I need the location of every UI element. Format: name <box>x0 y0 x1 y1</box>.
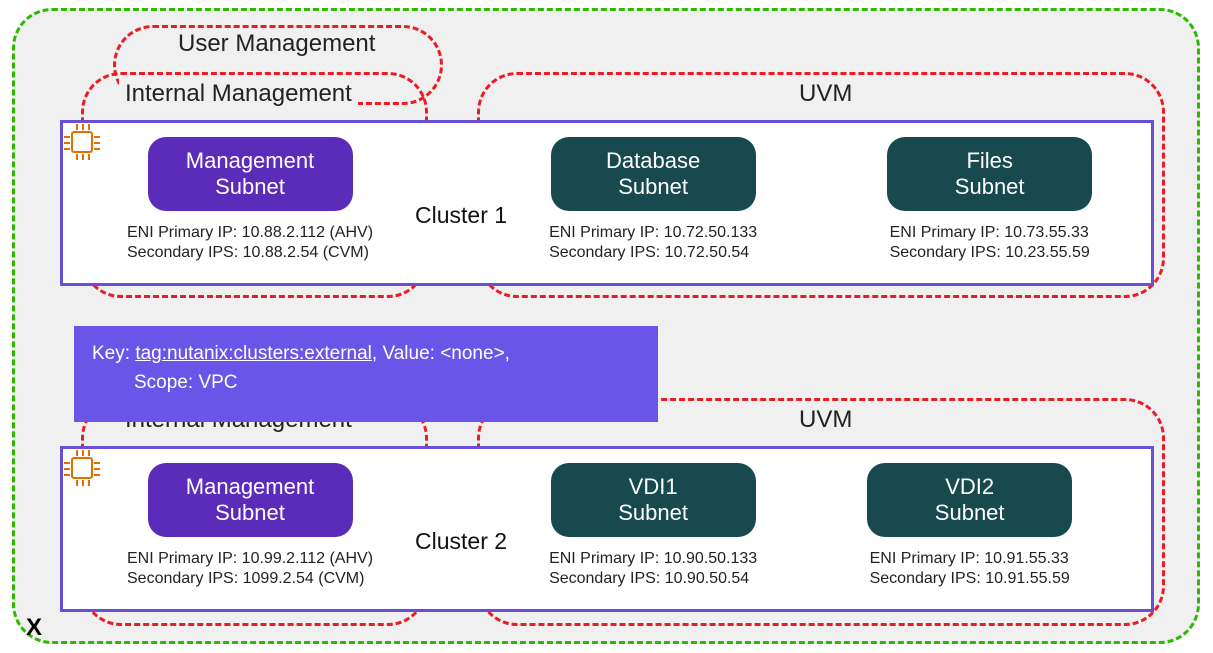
files-subnet-pill: Files Subnet <box>887 137 1092 211</box>
eni-secondary: Secondary IPS: 10.72.50.54 <box>549 243 757 263</box>
eni-secondary: Secondary IPS: 10.91.55.59 <box>870 569 1070 589</box>
tag-value: <none> <box>440 343 504 364</box>
cluster-1-files-col: Files Subnet ENI Primary IP: 10.73.55.33… <box>887 137 1092 263</box>
management-subnet-pill: Management Subnet <box>148 463 353 537</box>
chip-icon <box>62 122 102 162</box>
tag-scope-label: Scope: <box>134 372 198 393</box>
eni-primary: ENI Primary IP: 10.72.50.133 <box>549 223 757 243</box>
eni-primary: ENI Primary IP: 10.88.2.112 (AHV) <box>127 223 373 243</box>
eni-primary: ENI Primary IP: 10.73.55.33 <box>890 223 1090 243</box>
vdi1-subnet-pill: VDI1 Subnet <box>551 463 756 537</box>
eni-secondary: Secondary IPS: 10.23.55.59 <box>890 243 1090 263</box>
eni-secondary: Secondary IPS: 1099.2.54 (CVM) <box>127 569 373 589</box>
cluster-2-box: Management Subnet ENI Primary IP: 10.99.… <box>60 446 1154 612</box>
label-internal-management-1: Internal Management <box>119 80 358 108</box>
management-subnet-pill: Management Subnet <box>148 137 353 211</box>
tag-key: tag:nutanix:clusters:external <box>135 343 372 364</box>
cluster-2-vdi1-col: VDI1 Subnet ENI Primary IP: 10.90.50.133… <box>549 463 757 589</box>
label-uvm-1: UVM <box>793 80 858 108</box>
tag-line-1: Key: tag:nutanix:clusters:external, Valu… <box>92 340 628 369</box>
database-subnet-pill: Database Subnet <box>551 137 756 211</box>
tag-scope: VPC <box>198 372 237 393</box>
tag-value-label: , Value: <box>372 343 440 364</box>
cluster-1-box: Management Subnet ENI Primary IP: 10.88.… <box>60 120 1154 286</box>
eni-secondary: Secondary IPS: 10.88.2.54 (CVM) <box>127 243 373 263</box>
cluster-2-title: Cluster 2 <box>415 528 507 555</box>
eni-primary: ENI Primary IP: 10.99.2.112 (AHV) <box>127 549 373 569</box>
label-user-management: User Management <box>172 30 381 58</box>
x-mark: X <box>26 614 42 642</box>
tag-line-2: Scope: VPC <box>92 369 628 398</box>
chip-icon <box>62 448 102 488</box>
vdi1-ip-text: ENI Primary IP: 10.90.50.133 Secondary I… <box>549 549 757 589</box>
database-ip-text: ENI Primary IP: 10.72.50.133 Secondary I… <box>549 223 757 263</box>
cluster-1-database-col: Database Subnet ENI Primary IP: 10.72.50… <box>549 137 757 263</box>
eni-primary: ENI Primary IP: 10.91.55.33 <box>870 549 1070 569</box>
tag-callout: Key: tag:nutanix:clusters:external, Valu… <box>74 326 658 422</box>
tag-key-label: Key: <box>92 343 135 364</box>
eni-primary: ENI Primary IP: 10.90.50.133 <box>549 549 757 569</box>
tag-line1-post: , <box>505 343 510 364</box>
vdi2-ip-text: ENI Primary IP: 10.91.55.33 Secondary IP… <box>870 549 1070 589</box>
files-ip-text: ENI Primary IP: 10.73.55.33 Secondary IP… <box>890 223 1090 263</box>
cluster-2-vdi2-col: VDI2 Subnet ENI Primary IP: 10.91.55.33 … <box>867 463 1072 589</box>
vdi2-subnet-pill: VDI2 Subnet <box>867 463 1072 537</box>
cluster-2-management-col: Management Subnet ENI Primary IP: 10.99.… <box>127 463 373 589</box>
eni-secondary: Secondary IPS: 10.90.50.54 <box>549 569 757 589</box>
cluster-1-management-col: Management Subnet ENI Primary IP: 10.88.… <box>127 137 373 263</box>
label-uvm-2: UVM <box>793 406 858 434</box>
management-ip-text: ENI Primary IP: 10.88.2.112 (AHV) Second… <box>127 223 373 263</box>
management-ip-text: ENI Primary IP: 10.99.2.112 (AHV) Second… <box>127 549 373 589</box>
cluster-1-title: Cluster 1 <box>415 202 507 229</box>
